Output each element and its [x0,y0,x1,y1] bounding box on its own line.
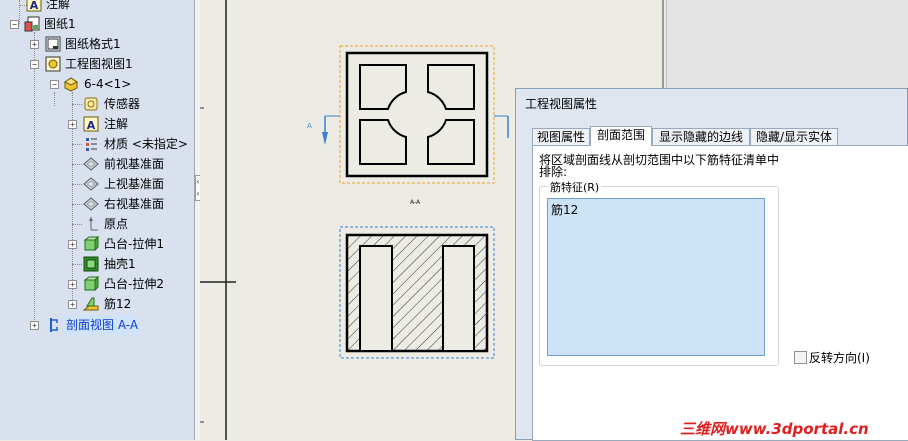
expand-toggle[interactable]: + [68,120,77,129]
tree-item-label: 凸台-拉伸2 [104,277,164,291]
flip-direction-label[interactable]: 反转方向(I) [809,349,870,366]
tree-item-label: 图纸1 [44,17,76,31]
sensor-icon [84,97,98,111]
rib-features-group-label: 筋特征(R) [548,179,602,195]
annotation-icon: A [26,0,42,12]
tree-item-sheet-format1[interactable]: + 图纸格式1 [0,34,194,54]
tree-item-label: 图纸格式1 [65,37,121,51]
tree-connector [72,224,82,225]
flip-direction-checkbox[interactable] [794,351,807,364]
tree-item-boss-extrude1[interactable]: + 凸台-拉伸1 [0,234,194,254]
tree-item-label: 注解 [46,0,71,11]
tree-item-label: 右视基准面 [104,197,165,211]
sheet-format-icon [45,36,61,52]
tree-item-annotations[interactable]: + A 注解 [0,114,194,134]
section-view-icon [50,318,58,332]
tree-item-shell1[interactable]: 抽壳1 [0,254,194,274]
shell-icon [83,256,99,272]
tree-item-label: 工程图视图1 [65,57,133,71]
expand-toggle[interactable]: + [68,300,77,309]
tree-item-part-6-4[interactable]: − 6-4<1> [0,74,194,94]
tree-item-label: 凸台-拉伸1 [104,237,164,251]
plane-icon [83,177,99,191]
sheet-icon [24,16,40,32]
tab-hide-show-bodies[interactable]: 隐藏/显示实体 [750,128,838,145]
tab-show-hidden-edges[interactable]: 显示隐藏的边线 [652,128,750,145]
tree-item-material[interactable]: 材质 <未指定> [0,134,194,154]
tree-item-label: 6-4<1> [84,77,132,91]
tree-item-sheet1[interactable]: − 图纸1 [0,14,194,34]
rib-features-listbox[interactable]: 筋12 [547,198,765,356]
tree-item-rib12[interactable]: + 筋12 [0,294,194,314]
expand-toggle[interactable]: + [30,321,39,330]
drawing-view-properties-dialog: 工程视图属性 视图属性 剖面范围 显示隐藏的边线 隐藏/显示实体 将区域剖面线从… [515,88,908,441]
expand-toggle[interactable]: + [30,40,39,49]
tree-connector [72,264,82,265]
list-item[interactable]: 筋12 [551,201,578,218]
tree-item-front-plane[interactable]: 前视基准面 [0,154,194,174]
tree-item-boss-extrude2[interactable]: + 凸台-拉伸2 [0,274,194,294]
tree-item-origin[interactable]: 原点 [0,214,194,234]
dialog-title: 工程视图属性 [525,97,598,111]
rib-icon [83,297,99,311]
section-view-caption: A-A [410,199,421,206]
tree-item-label: 材质 <未指定> [104,137,188,151]
expand-toggle[interactable]: + [68,240,77,249]
tree-connector [72,164,82,165]
section-arrow-label-left: A [307,122,312,130]
tab-panel-section-scope: 将区域剖面线从剖切范围中以下筋特征清单中排除: 筋特征(R) 筋12 反转方向(… [532,145,908,441]
material-icon [86,138,97,151]
origin-icon [89,217,98,231]
section-scope-description: 将区域剖面线从剖切范围中以下筋特征清单中排除: [539,153,780,179]
tree-connector [72,144,82,145]
tree-item-label: 上视基准面 [104,177,165,191]
collapse-toggle[interactable]: − [50,80,59,89]
svg-text:A: A [30,0,39,12]
tree-item-label: 剖面视图 A-A [64,315,141,335]
tree-item-label: 抽壳1 [104,257,136,271]
tree-item-annotations-top[interactable]: A 注解 [0,0,194,14]
tree-connector [72,184,82,185]
drawing-view-icon [45,56,61,72]
tree-item-drawing-view1[interactable]: − 工程图视图1 [0,54,194,74]
tab-section-scope[interactable]: 剖面范围 [590,126,652,146]
watermark-text-cn: 三维网 [680,420,726,438]
collapse-toggle[interactable]: − [30,60,39,69]
boss-extrude-icon [83,276,99,292]
boss-extrude-icon [83,236,99,252]
expand-toggle[interactable]: + [68,280,77,289]
feature-manager-tree: A 注解 − 图纸1 + 图纸格式1 − 工程图视图1 − 6-4<1> 传感器… [0,0,194,440]
tree-item-label: 筋12 [104,297,132,311]
tab-view-properties[interactable]: 视图属性 [532,128,590,145]
tree-item-label: 注解 [104,117,129,131]
site-watermark: 三维网www.3dportal.cn [680,418,869,439]
tree-item-right-plane[interactable]: 右视基准面 [0,194,194,214]
tree-item-label: 传感器 [104,97,141,111]
plane-icon [83,197,99,211]
svg-text:A: A [87,119,96,132]
collapse-toggle[interactable]: − [10,20,19,29]
tree-item-sensors[interactable]: 传感器 [0,94,194,114]
tree-item-top-plane[interactable]: 上视基准面 [0,174,194,194]
tree-connector [72,204,82,205]
watermark-text-url: www.3dportal.cn [725,420,869,438]
tree-item-label: 原点 [104,217,129,231]
plane-icon [83,157,99,171]
annotation-icon: A [83,116,99,132]
tree-item-section-view-aa[interactable]: + 剖面视图 A-A [0,315,194,335]
rib-features-group: 筋特征(R) 筋12 [539,179,779,366]
tree-item-label: 前视基准面 [104,157,165,171]
part-icon [64,77,78,92]
tree-connector [72,104,82,105]
